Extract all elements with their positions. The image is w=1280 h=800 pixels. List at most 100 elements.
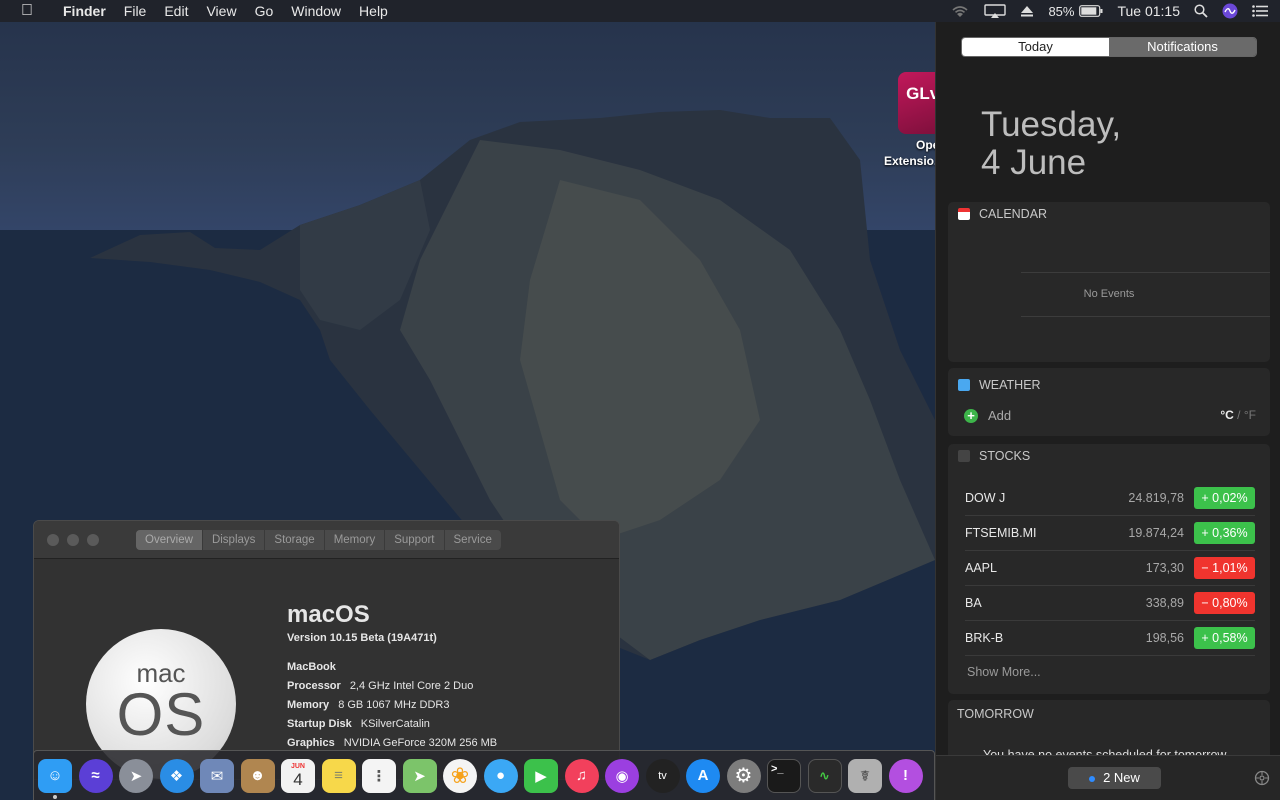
dock-system-preferences-icon[interactable]: ⚙ <box>726 758 761 793</box>
weather-add-button[interactable]: + Add <box>964 408 1011 423</box>
tab-support[interactable]: Support <box>385 530 445 550</box>
nc-segmented-control: Today Notifications <box>961 37 1257 57</box>
clock[interactable]: Tue 01:15 <box>1117 3 1180 19</box>
apple-menu-icon[interactable]:  <box>0 2 54 20</box>
siri-icon[interactable] <box>1222 3 1238 19</box>
menu-help[interactable]: Help <box>350 0 397 22</box>
battery-icon[interactable] <box>1079 5 1103 17</box>
dock-disk-utility-icon[interactable]: ☤ <box>848 758 882 793</box>
widget-title: TOMORROW <box>957 707 1034 721</box>
about-tabs: Overview Displays Storage Memory Support… <box>136 530 501 550</box>
stock-change[interactable]: + 0,02% <box>1194 487 1255 509</box>
menu-finder[interactable]: Finder <box>54 0 115 22</box>
dock-safari-icon[interactable]: ❖ <box>159 758 194 793</box>
tab-displays[interactable]: Displays <box>203 530 266 550</box>
dock-facetime-icon[interactable]: ▶ <box>524 758 558 793</box>
dock-terminal-icon[interactable]: >_ <box>767 758 801 793</box>
stock-change[interactable]: + 0,36% <box>1194 522 1255 544</box>
dock-activity-monitor-icon[interactable]: ∿ <box>807 758 842 793</box>
date-weekday: Tuesday, <box>981 105 1122 144</box>
tab-storage[interactable]: Storage <box>265 530 325 550</box>
dock-launchpad-icon[interactable]: ➤ <box>119 758 153 793</box>
stock-row[interactable]: BA 338,89 − 0,80% <box>965 586 1255 621</box>
show-more-link[interactable]: Show More... <box>967 665 1041 679</box>
dock-contacts-icon[interactable]: ☻ <box>240 758 275 793</box>
dock: ☺ ≈ ➤ ❖ ✉ ☻ JUN 4 ≡ ⋮ ➤ ❀ ● ▶ ♫ ◉ tv A ⚙… <box>33 750 935 800</box>
battery-percent[interactable]: 85% <box>1048 4 1074 19</box>
airplay-icon[interactable] <box>984 4 1007 18</box>
dock-photos-icon[interactable]: ❀ <box>443 758 477 793</box>
unit-fahrenheit[interactable]: °F <box>1244 408 1256 422</box>
unit-celsius[interactable]: °C <box>1220 408 1233 422</box>
stock-symbol: FTSEMIB.MI <box>965 526 1037 540</box>
spec-label: Graphics <box>287 737 335 749</box>
menu-view[interactable]: View <box>197 0 245 22</box>
system-info: macOS Version 10.15 Beta (19A471t) MacBo… <box>287 601 497 749</box>
tab-today[interactable]: Today <box>962 38 1109 56</box>
calendar-icon <box>958 208 970 220</box>
stocks-widget: STOCKS DOW J 24.819,78 + 0,02% FTSEMIB.M… <box>948 444 1270 694</box>
menu-go[interactable]: Go <box>246 0 283 22</box>
tab-notifications[interactable]: Notifications <box>1109 38 1256 56</box>
new-indicator-dot <box>1089 775 1096 782</box>
stock-row[interactable]: AAPL 173,30 − 1,01% <box>965 551 1255 586</box>
spec-value: NVIDIA GeForce 320M 256 MB <box>343 737 498 749</box>
dock-notes-icon[interactable]: ≡ <box>321 758 356 793</box>
stock-change[interactable]: + 0,58% <box>1194 627 1255 649</box>
dock-reminders-icon[interactable]: ⋮ <box>362 758 396 793</box>
spec-label: Processor <box>287 680 341 692</box>
dock-siri-icon[interactable]: ≈ <box>78 758 113 793</box>
dock-messages-icon[interactable]: ● <box>483 758 518 793</box>
widget-header: TOMORROW <box>948 700 1270 728</box>
new-widgets-button[interactable]: 2 New <box>1068 767 1161 789</box>
minimize-button[interactable] <box>67 534 79 546</box>
weather-icon <box>958 379 970 391</box>
dock-feedback-assistant-icon[interactable]: ! <box>888 758 923 793</box>
add-label: Add <box>988 408 1012 423</box>
stock-change[interactable]: − 1,01% <box>1194 557 1255 579</box>
dock-maps-icon[interactable]: ➤ <box>402 758 437 793</box>
dock-podcasts-icon[interactable]: ◉ <box>605 758 639 793</box>
unit-separator: / <box>1237 408 1241 422</box>
stock-row[interactable]: DOW J 24.819,78 + 0,02% <box>965 481 1255 516</box>
stock-price: 338,89 <box>1145 596 1184 610</box>
stock-row[interactable]: FTSEMIB.MI 19.874,24 + 0,36% <box>965 516 1255 551</box>
plus-icon: + <box>964 408 978 423</box>
widget-title: WEATHER <box>979 378 1041 392</box>
stock-price: 173,30 <box>1145 561 1184 575</box>
spotlight-search-icon[interactable] <box>1194 4 1208 18</box>
close-button[interactable] <box>47 534 59 546</box>
dock-mail-icon[interactable]: ✉ <box>200 758 234 793</box>
wifi-icon[interactable] <box>950 4 970 18</box>
tab-overview[interactable]: Overview <box>136 530 203 550</box>
spec-startup-disk: Startup Disk KSilverCatalin <box>287 718 497 730</box>
tab-memory[interactable]: Memory <box>325 530 386 550</box>
menu-edit[interactable]: Edit <box>155 0 197 22</box>
model-name: MacBook <box>287 661 336 673</box>
dock-tv-icon[interactable]: tv <box>645 758 680 793</box>
dock-finder-icon[interactable]: ☺ <box>38 758 72 799</box>
menu-file[interactable]: File <box>115 0 156 22</box>
eject-icon[interactable] <box>1020 5 1034 17</box>
notification-center-icon[interactable] <box>1252 5 1268 17</box>
dock-app-store-icon[interactable]: A <box>686 758 720 793</box>
tv-label: tv <box>658 769 667 782</box>
stock-row[interactable]: BRK-B 198,56 + 0,58% <box>965 621 1255 656</box>
os-version[interactable]: Version 10.15 Beta (19A471t) <box>287 632 497 644</box>
spec-value: 8 GB 1067 MHz DDR3 <box>338 699 450 711</box>
menu-window[interactable]: Window <box>282 0 350 22</box>
calendar-widget: CALENDAR No Events <box>948 202 1270 362</box>
zoom-button[interactable] <box>87 534 99 546</box>
widget-header: CALENDAR <box>948 202 1270 226</box>
dock-calendar-icon[interactable]: JUN 4 <box>281 758 315 793</box>
dock-music-icon[interactable]: ♫ <box>564 758 599 793</box>
window-titlebar[interactable]: Overview Displays Storage Memory Support… <box>34 521 619 559</box>
logo-os-text: OS <box>116 681 206 748</box>
tab-service[interactable]: Service <box>445 530 501 550</box>
stock-price: 19.874,24 <box>1128 526 1184 540</box>
stock-change[interactable]: − 0,80% <box>1194 592 1255 614</box>
settings-gear-icon[interactable] <box>1254 770 1270 791</box>
new-label: 2 New <box>1103 770 1140 785</box>
spec-memory: Memory 8 GB 1067 MHz DDR3 <box>287 699 497 711</box>
today-date: Tuesday, 4 June <box>981 106 1121 182</box>
